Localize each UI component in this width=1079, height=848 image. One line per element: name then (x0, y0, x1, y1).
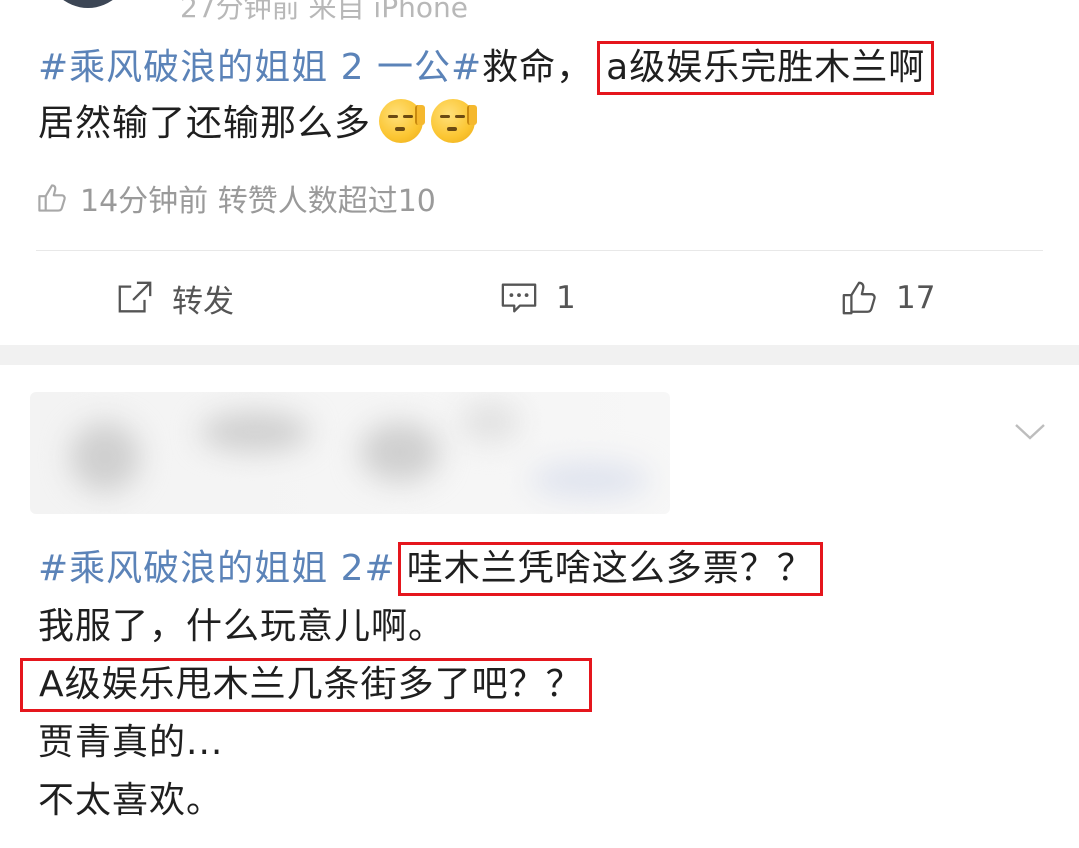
highlighted-text: A级娱乐甩木兰几条街多了吧？？ (20, 658, 592, 712)
highlighted-text: 哇木兰凭啥这么多票？？ (397, 542, 823, 596)
repost-label: 转发 (172, 283, 234, 320)
chevron-down-icon[interactable] (1013, 414, 1047, 448)
hashtag-link[interactable]: #乘风破浪的姐姐 2 一公# (38, 47, 482, 88)
post-line: 我服了，什么玩意儿啊。 (38, 606, 446, 647)
post-body: #乘风破浪的姐姐 2 一公#救命， a级娱乐完胜木兰啊 居然输了还输那么多 (38, 40, 1038, 152)
hashtag-link[interactable]: #乘风破浪的姐姐 2# (38, 548, 396, 589)
post-line: 贾青真的... (38, 722, 224, 763)
post-line: #乘风破浪的姐姐 2# 哇木兰凭啥这么多票？？ (38, 540, 1058, 598)
like-button[interactable]: 17 (840, 270, 935, 326)
post-text: 救命， (482, 47, 594, 88)
post-time-source: 27分钟前 来自 iPhone (180, 0, 468, 24)
avatar[interactable] (46, 0, 130, 8)
post-line: 不太喜欢。 (38, 780, 224, 821)
weibo-feed: 27分钟前 来自 iPhone #乘风破浪的姐姐 2 一公#救命， a级娱乐完胜木… (0, 0, 1079, 848)
post-text: 居然输了还输那么多 (38, 103, 372, 144)
highlighted-text: a级娱乐完胜木兰啊 (597, 41, 935, 95)
repost-button[interactable]: 转发 (116, 270, 234, 326)
like-count: 17 (896, 280, 936, 316)
comment-count: 1 (556, 280, 576, 316)
post-body: #乘风破浪的姐姐 2# 哇木兰凭啥这么多票？？ 我服了，什么玩意儿啊。 A级娱乐甩… (20, 540, 1058, 830)
comment-button[interactable]: 1 (500, 270, 576, 326)
share-icon (118, 281, 152, 313)
post-line: A级娱乐甩木兰几条街多了吧？？ (20, 656, 1058, 714)
emoji-icon (431, 99, 478, 143)
comment-icon (501, 283, 537, 313)
blurred-user-header (30, 392, 670, 514)
feed-separator (0, 345, 1079, 365)
thumbs-up-outline-icon[interactable] (34, 180, 70, 216)
post-meta-row: 14分钟前 转赞人数超过10 (34, 178, 436, 219)
emoji-icon (379, 99, 426, 143)
thumbs-up-icon (842, 281, 876, 315)
action-bar: 转发 1 17 (0, 270, 1079, 326)
divider (36, 250, 1043, 251)
post-meta: 14分钟前 转赞人数超过10 (80, 184, 436, 219)
